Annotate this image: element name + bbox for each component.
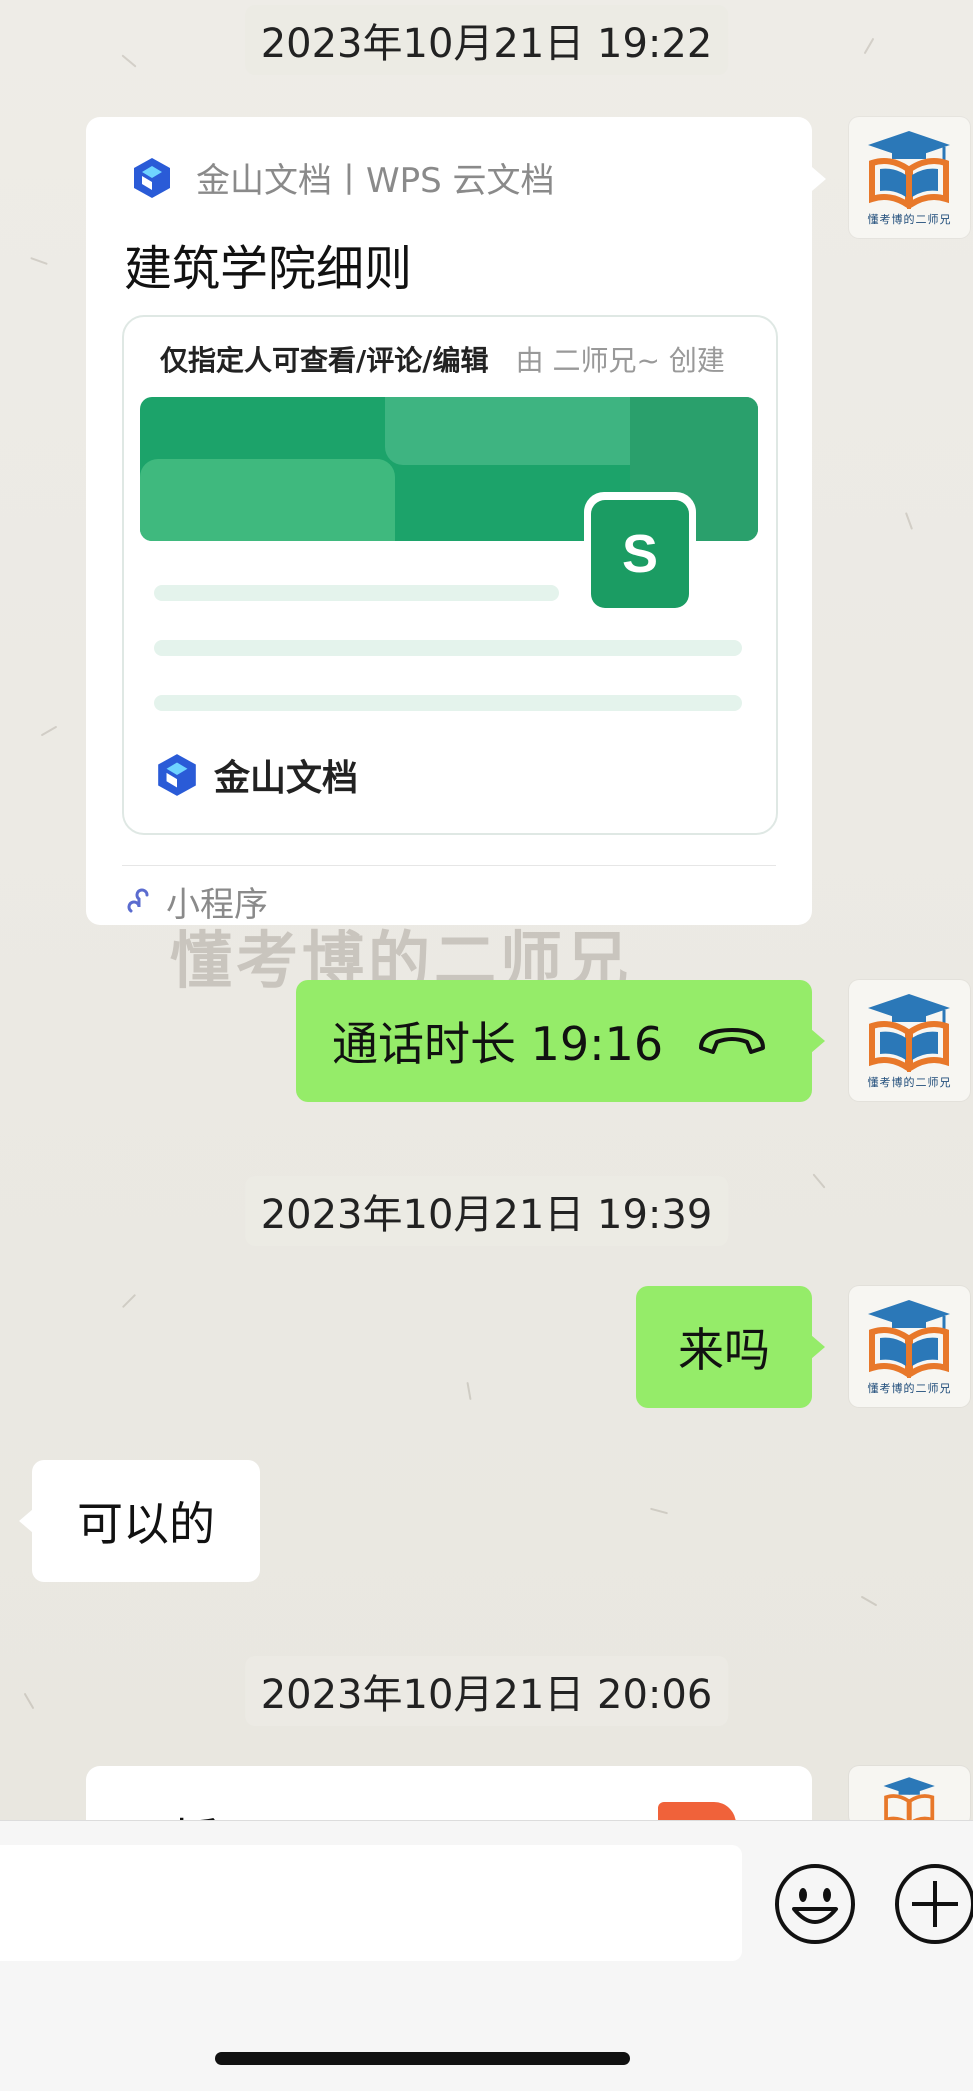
- permission-text: 仅指定人可查看/评论/编辑: [160, 344, 489, 377]
- emoji-icon[interactable]: [772, 1861, 858, 1947]
- doc-share-card[interactable]: 金山文档丨WPS 云文档 建筑学院细则 仅指定人可查看/评论/编辑 由 二师兄~…: [86, 117, 826, 925]
- input-bar: [0, 1820, 973, 2091]
- avatar-caption: 懂考博的二师兄: [867, 1075, 952, 1089]
- graduation-cap-book-icon: [868, 1299, 950, 1378]
- avatar-caption: 懂考博的二师兄: [867, 1381, 952, 1395]
- call-duration-text: 通话时长 19:16: [332, 1017, 664, 1071]
- message-text: 可以的: [77, 1497, 215, 1551]
- skeleton-line: [154, 695, 742, 711]
- skeleton-line: [154, 585, 559, 601]
- kingsoft-docs-logo-icon: [134, 157, 170, 198]
- card-source: 金山文档丨WPS 云文档: [196, 161, 555, 201]
- creator-text: 由 二师兄~ 创建: [515, 344, 725, 377]
- mini-program-label: 小程序: [166, 885, 268, 925]
- graduation-cap-book-icon: [883, 1777, 935, 1826]
- home-indicator[interactable]: [215, 2052, 630, 2065]
- timestamp: 2023年10月21日 19:39: [244, 1176, 729, 1246]
- timestamp: 2023年10月21日 19:22: [244, 5, 729, 75]
- phone-hangup-icon: [699, 1028, 766, 1054]
- divider: [122, 865, 776, 866]
- call-record-bubble[interactable]: 通话时长 19:16: [296, 980, 812, 1102]
- message-text: 来吗: [678, 1323, 770, 1377]
- avatar[interactable]: 懂考博的二师兄: [849, 980, 970, 1101]
- timestamp: 2023年10月21日 20:06: [244, 1656, 729, 1726]
- avatar[interactable]: 懂考博的二师兄: [849, 1286, 970, 1407]
- mini-program-icon: [127, 888, 149, 912]
- plus-icon[interactable]: [892, 1861, 973, 1947]
- card-title: 建筑学院细则: [124, 241, 413, 297]
- skeleton-line: [154, 640, 742, 656]
- spreadsheet-icon: S: [584, 492, 696, 608]
- brand-name: 金山文档: [214, 758, 359, 799]
- message-bubble-sent[interactable]: 来吗: [636, 1286, 812, 1408]
- avatar[interactable]: [849, 1766, 970, 1826]
- avatar-caption: 懂考博的二师兄: [867, 212, 952, 226]
- kingsoft-docs-logo-icon: [158, 754, 196, 796]
- file-card-partial[interactable]: 工播.pptx: [86, 1766, 812, 1826]
- avatar[interactable]: 懂考博的二师兄: [849, 117, 970, 238]
- doc-preview: 仅指定人可查看/评论/编辑 由 二师兄~ 创建 S 金山文档: [122, 315, 778, 835]
- message-bubble-received[interactable]: 可以的: [32, 1460, 260, 1582]
- graduation-cap-book-icon: [868, 993, 950, 1072]
- graduation-cap-book-icon: [868, 130, 950, 209]
- message-input[interactable]: [0, 1845, 742, 1961]
